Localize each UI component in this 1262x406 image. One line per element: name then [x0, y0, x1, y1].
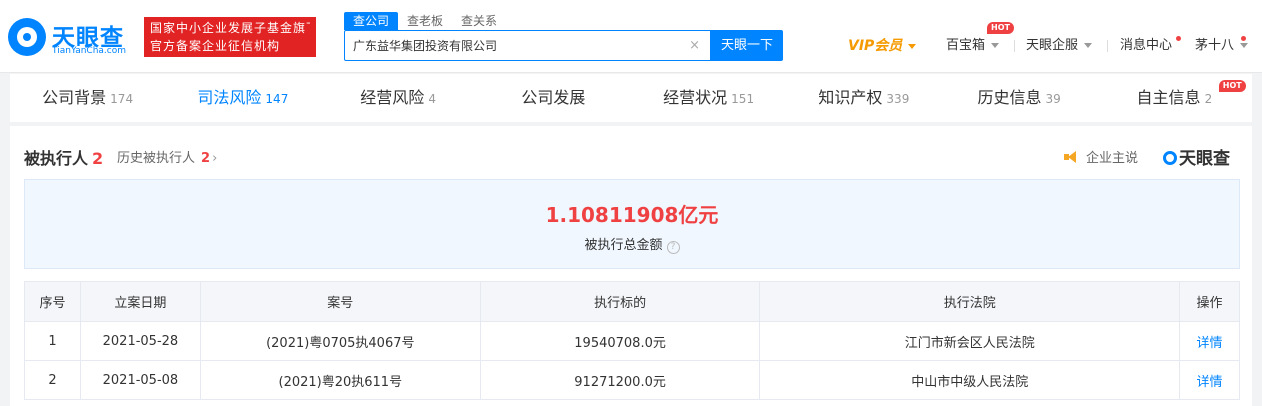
- vip-label: VIP会员: [848, 38, 903, 54]
- tab-history[interactable]: 历史信息 39: [942, 74, 1097, 122]
- tab-count: 339: [886, 92, 910, 106]
- details-link[interactable]: 详情: [1179, 360, 1240, 400]
- tab-count: 2: [1204, 92, 1213, 106]
- search-box: ×: [344, 30, 711, 61]
- total-amount: 1.10811908亿元: [545, 203, 719, 227]
- enterprise-owner-says-link[interactable]: 企业主说: [1064, 147, 1138, 166]
- user-notice-dot: [1241, 36, 1246, 41]
- tab-label: 公司发展: [521, 88, 586, 107]
- brand-eye-icon: [1163, 151, 1177, 165]
- history-executed-link[interactable]: 历史被执行人 2 ›: [117, 147, 217, 166]
- tab-label: 经营风险: [360, 88, 425, 107]
- tab-count: 39: [1045, 92, 1061, 106]
- enterprise-service-label: 天眼企服: [1026, 38, 1079, 53]
- history-label: 历史被执行人: [117, 151, 196, 166]
- treasure-box-menu[interactable]: 百宝箱: [946, 36, 1000, 56]
- col-header-court: 执行法院: [759, 281, 1181, 322]
- brand-text: 天眼查: [1179, 149, 1230, 169]
- help-icon[interactable]: ?: [666, 241, 680, 254]
- cell-index: 1: [24, 321, 81, 361]
- section-count: 2: [92, 149, 104, 168]
- chevron-down-icon: [1240, 43, 1249, 48]
- slogan-line-1: 国家中小企业发展子基金旗下: [150, 21, 310, 35]
- search-tab-company[interactable]: 查公司: [344, 12, 399, 30]
- search-type-tabs: 查公司 查老板 查关系: [344, 12, 506, 30]
- message-center-link[interactable]: 消息中心: [1120, 36, 1172, 56]
- cell-court: 中山市中级人民法院: [759, 360, 1181, 400]
- nav-divider: [1107, 40, 1108, 52]
- col-header-action: 操作: [1179, 281, 1240, 322]
- cell-index: 2: [24, 360, 81, 400]
- tab-label: 知识产权: [818, 88, 883, 107]
- table-row: 2 2021-05-08 (2021)粤20执611号 91271200.0元 …: [24, 360, 1240, 400]
- chevron-right-icon: ›: [212, 151, 218, 166]
- logo-subtitle: TianYanCha.com: [52, 46, 127, 56]
- company-section-tabs: 公司背景 174 司法风险 147 经营风险 4 公司发展 经营状况 151 知识产权 3…: [10, 74, 1252, 122]
- details-link[interactable]: 详情: [1179, 321, 1240, 361]
- total-amount-summary: 1.10811908亿元 被执行总金额?: [24, 179, 1240, 269]
- chevron-down-icon: [1084, 43, 1093, 48]
- tab-count: 174: [110, 92, 134, 106]
- logo-eye-icon: [8, 18, 46, 56]
- tab-count: 151: [731, 92, 755, 106]
- tab-count: 4: [428, 92, 436, 106]
- section-title: 被执行人 2: [24, 145, 103, 169]
- tab-judicial-risk[interactable]: 司法风险 147: [165, 74, 320, 122]
- tab-label: 经营状况: [663, 88, 728, 107]
- tab-operating-status[interactable]: 经营状况 151: [631, 74, 786, 122]
- cell-case-number: (2021)粤20执611号: [199, 360, 481, 400]
- cell-filing-date: 2021-05-28: [79, 321, 201, 361]
- nav-divider: [1014, 40, 1015, 52]
- slogan-line-2: 官方备案企业征信机构: [150, 39, 281, 53]
- tab-company-background[interactable]: 公司背景 174: [10, 74, 165, 122]
- site-logo[interactable]: 天眼查 TianYanCha.com: [8, 16, 136, 58]
- section-title-text: 被执行人: [24, 149, 89, 168]
- search-input[interactable]: [353, 31, 683, 60]
- table-row: 1 2021-05-28 (2021)粤0705执4067号 19540708.…: [24, 321, 1240, 361]
- tab-intellectual-property[interactable]: 知识产权 339: [786, 74, 941, 122]
- tab-self-info[interactable]: 自主信息 2 HOT: [1097, 74, 1252, 122]
- col-header-filing-date: 立案日期: [79, 281, 201, 322]
- search-tab-boss[interactable]: 查老板: [398, 12, 452, 30]
- cell-filing-date: 2021-05-08: [79, 360, 201, 400]
- cell-execution-target: 91271200.0元: [479, 360, 761, 400]
- vip-menu[interactable]: VIP会员: [848, 36, 917, 56]
- tab-company-development[interactable]: 公司发展: [476, 74, 631, 122]
- slogan-banner: 国家中小企业发展子基金旗下 官方备案企业征信机构: [144, 17, 316, 57]
- tab-count: 147: [265, 92, 289, 106]
- total-amount-label: 被执行总金额?: [25, 234, 1239, 254]
- history-count: 2: [201, 151, 211, 166]
- tab-operating-risk[interactable]: 经营风险 4: [321, 74, 476, 122]
- tab-label: 公司背景: [42, 88, 107, 107]
- top-header: 天眼查 TianYanCha.com 国家中小企业发展子基金旗下 官方备案企业征…: [0, 0, 1262, 73]
- table-header-row: 序号 立案日期 案号 执行标的 执行法院 操作: [24, 281, 1240, 322]
- brand-watermark: 天眼查: [1163, 144, 1230, 169]
- treasure-box-label: 百宝箱: [946, 38, 986, 53]
- chevron-down-icon: [991, 43, 1000, 48]
- cell-court: 江门市新会区人民法院: [759, 321, 1181, 361]
- hot-badge: HOT: [1218, 80, 1246, 92]
- search-button[interactable]: 天眼一下: [711, 30, 783, 61]
- user-name: 茅十八: [1195, 38, 1235, 53]
- col-header-case-number: 案号: [199, 281, 481, 322]
- tab-label: 司法风险: [197, 88, 262, 107]
- col-header-index: 序号: [24, 281, 81, 322]
- cell-execution-target: 19540708.0元: [479, 321, 761, 361]
- hot-badge: HOT: [987, 22, 1014, 34]
- chevron-down-icon: [908, 43, 917, 49]
- tab-label: 自主信息: [1136, 88, 1201, 107]
- speaker-icon: [1064, 151, 1078, 163]
- unread-dot: [1176, 36, 1181, 41]
- executed-cases-table: 序号 立案日期 案号 执行标的 执行法院 操作 1 2021-05-28 (20…: [24, 281, 1240, 400]
- cell-case-number: (2021)粤0705执4067号: [199, 321, 481, 361]
- tab-label: 历史信息: [977, 88, 1042, 107]
- executed-person-panel: 被执行人 2 历史被执行人 2 › 企业主说 天眼查 1.10811908亿元 被执行…: [10, 126, 1252, 406]
- col-header-execution-target: 执行标的: [479, 281, 761, 322]
- clear-icon[interactable]: ×: [689, 38, 700, 53]
- enterprise-service-menu[interactable]: 天眼企服: [1026, 36, 1093, 56]
- total-amount-label-text: 被执行总金额: [584, 238, 663, 253]
- search-tab-relation[interactable]: 查关系: [452, 12, 506, 30]
- ad-label: 企业主说: [1086, 151, 1139, 166]
